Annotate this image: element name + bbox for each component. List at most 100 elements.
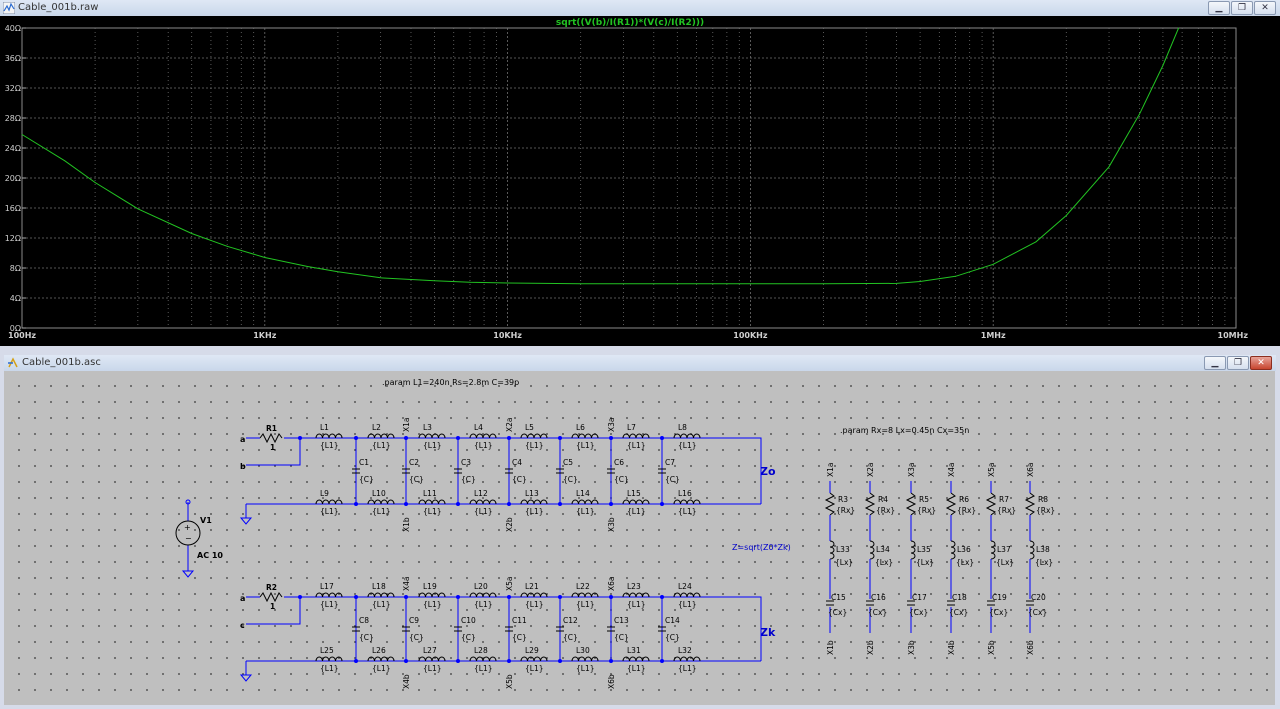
- schematic-drawing[interactable]: .param L1=240n Rs=2.8m C=39p .param Rx=8…: [4, 371, 1275, 705]
- inductor-value[interactable]: {L1}: [576, 664, 595, 673]
- param-directive-1[interactable]: .param L1=240n Rs=2.8m C=39p: [382, 378, 519, 387]
- tap-label-x5b[interactable]: X5b: [505, 674, 514, 689]
- formula-comment[interactable]: Z=sqrt(Z0*Zk): [732, 543, 791, 552]
- inductor-name[interactable]: L29: [525, 646, 539, 655]
- inductor-l21[interactable]: [520, 592, 548, 598]
- inductor-name[interactable]: L28: [474, 646, 488, 655]
- capacitor-value[interactable]: {C}: [563, 475, 578, 484]
- inductor-name[interactable]: L14: [576, 489, 590, 498]
- capacitor-value[interactable]: {C}: [614, 633, 629, 642]
- inductor-value[interactable]: {L1}: [320, 507, 339, 516]
- ladder-inductor-value[interactable]: {Lx}: [996, 558, 1014, 567]
- ladder-inductor-name[interactable]: L38: [1036, 545, 1050, 554]
- ladder-bottom-label[interactable]: X1b: [826, 640, 835, 655]
- schematic-window-titlebar[interactable]: Cable_001b.asc ▁ ❐ ✕: [4, 355, 1276, 371]
- inductor-l22[interactable]: [571, 592, 599, 598]
- inductor-value[interactable]: {L1}: [525, 600, 544, 609]
- inductor-value[interactable]: {L1}: [423, 600, 442, 609]
- inductor-value[interactable]: {L1}: [372, 507, 391, 516]
- ladder-inductor-name[interactable]: L36: [957, 545, 971, 554]
- ladder-inductor-name[interactable]: L33: [836, 545, 850, 554]
- inductor-value[interactable]: {L1}: [678, 600, 697, 609]
- tap-label-x4a[interactable]: X4a: [402, 576, 411, 591]
- tap-label-x3a[interactable]: X3a: [607, 417, 616, 432]
- inductor-value[interactable]: {L1}: [627, 507, 646, 516]
- capacitor-name[interactable]: C5: [563, 458, 573, 467]
- inductor-value[interactable]: {L1}: [372, 441, 391, 450]
- ladder-inductor-value[interactable]: {Lx}: [916, 558, 934, 567]
- capacitor-name[interactable]: C7: [665, 458, 675, 467]
- capacitor-name[interactable]: C9: [409, 616, 419, 625]
- inductor-value[interactable]: {L1}: [576, 600, 595, 609]
- inductor-value[interactable]: {L1}: [320, 664, 339, 673]
- param-directive-2[interactable]: .param Rx=8 Lx=0.45n Cx=35n: [840, 426, 969, 435]
- inductor-name[interactable]: L17: [320, 582, 334, 591]
- ladder-inductor-value[interactable]: {Lx}: [835, 558, 853, 567]
- inductor-name[interactable]: L12: [474, 489, 488, 498]
- inductor-value[interactable]: {L1}: [627, 600, 646, 609]
- ladder-inductor-value[interactable]: {Lx}: [956, 558, 974, 567]
- capacitor-value[interactable]: {C}: [512, 475, 527, 484]
- ladder-top-label[interactable]: X5a: [987, 462, 996, 477]
- ladder-resistor-value[interactable]: {Rx}: [876, 506, 895, 515]
- ladder-bottom-label[interactable]: X4b: [947, 640, 956, 655]
- resistor-value[interactable]: 1: [270, 602, 275, 611]
- inductor-l26[interactable]: [367, 656, 395, 662]
- capacitor-name[interactable]: C6: [614, 458, 624, 467]
- ladder-resistor-name[interactable]: R5: [919, 495, 929, 504]
- inductor-value[interactable]: {L1}: [320, 441, 339, 450]
- capacitor-name[interactable]: C1: [359, 458, 369, 467]
- inductor-name[interactable]: L16: [678, 489, 692, 498]
- inductor-name[interactable]: L15: [627, 489, 641, 498]
- ladder-resistor-value[interactable]: {Rx}: [957, 506, 976, 515]
- tap-label-x1a[interactable]: X1a: [402, 417, 411, 432]
- ground-symbol[interactable]: [239, 517, 253, 525]
- inductor-l1[interactable]: [315, 433, 343, 439]
- ladder-capacitor-name[interactable]: C15: [831, 593, 846, 602]
- inductor-name[interactable]: L4: [474, 423, 483, 432]
- capacitor-name[interactable]: C4: [512, 458, 522, 467]
- inductor-l31[interactable]: [622, 656, 650, 662]
- ladder-capacitor-value[interactable]: {Cx}: [1028, 608, 1047, 617]
- inductor-l11[interactable]: [418, 499, 446, 505]
- capacitor-name[interactable]: C12: [563, 616, 578, 625]
- inductor-value[interactable]: {L1}: [525, 664, 544, 673]
- inductor-name[interactable]: L13: [525, 489, 539, 498]
- ladder-resistor-name[interactable]: R3: [838, 495, 848, 504]
- inductor-l32[interactable]: [673, 656, 701, 662]
- capacitor-value[interactable]: {C}: [614, 475, 629, 484]
- zo-label[interactable]: Zo: [760, 465, 776, 478]
- ladder-resistor-name[interactable]: R6: [959, 495, 969, 504]
- capacitor-value[interactable]: {C}: [461, 633, 476, 642]
- ladder-top-label[interactable]: X4a: [947, 462, 956, 477]
- inductor-value[interactable]: {L1}: [627, 441, 646, 450]
- capacitor-value[interactable]: {C}: [563, 633, 578, 642]
- inductor-l25[interactable]: [315, 656, 343, 662]
- ladder-capacitor-value[interactable]: {Cx}: [828, 608, 847, 617]
- schematic-canvas[interactable]: .param L1=240n Rs=2.8m C=39p .param Rx=8…: [4, 371, 1275, 705]
- ladder-inductor-name[interactable]: L34: [876, 545, 890, 554]
- inductor-name[interactable]: L25: [320, 646, 334, 655]
- schematic-minimize-button[interactable]: ▁: [1204, 356, 1226, 370]
- inductor-value[interactable]: {L1}: [372, 600, 391, 609]
- ladder-resistor-name[interactable]: R8: [1038, 495, 1048, 504]
- ladder-top-label[interactable]: X1a: [826, 462, 835, 477]
- inductor-name[interactable]: L23: [627, 582, 641, 591]
- inductor-l8[interactable]: [673, 433, 701, 439]
- tap-label-x2a[interactable]: X2a: [505, 417, 514, 432]
- net-label-c[interactable]: c: [240, 621, 245, 630]
- inductor-value[interactable]: {L1}: [678, 441, 697, 450]
- ladder-inductor-value[interactable]: {Lx}: [1035, 558, 1053, 567]
- capacitor-name[interactable]: C13: [614, 616, 629, 625]
- resistor-r1[interactable]: R1 1: [259, 424, 283, 452]
- ladder-capacitor-value[interactable]: {Cx}: [949, 608, 968, 617]
- ladder-top-label[interactable]: X2a: [866, 462, 875, 477]
- ground-symbol[interactable]: [181, 570, 195, 578]
- inductor-l27[interactable]: [418, 656, 446, 662]
- inductor-name[interactable]: L22: [576, 582, 590, 591]
- inductor-l10[interactable]: [367, 499, 395, 505]
- ladder-bottom-label[interactable]: X2b: [866, 640, 875, 655]
- inductor-l19[interactable]: [418, 592, 446, 598]
- ladder-top-label[interactable]: X6a: [1026, 462, 1035, 477]
- schematic-maximize-button[interactable]: ❐: [1227, 356, 1249, 370]
